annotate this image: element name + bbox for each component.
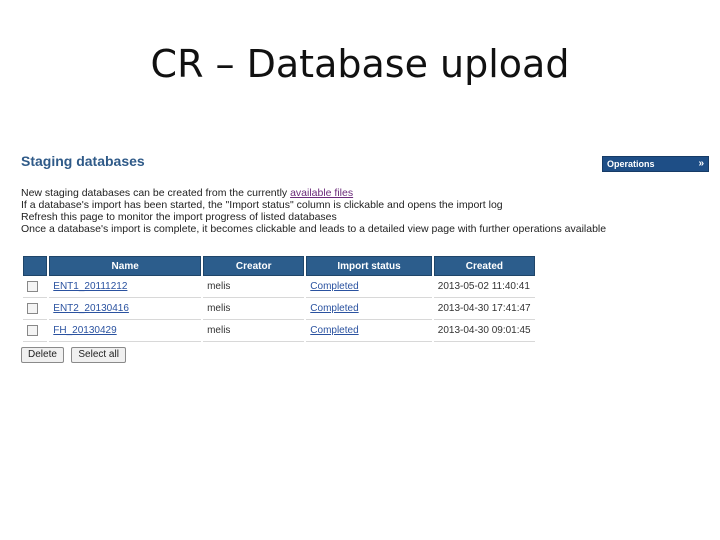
status-cell: Completed xyxy=(306,320,432,342)
chevron-right-icon[interactable]: » xyxy=(698,158,704,169)
import-status-link[interactable]: Completed xyxy=(310,325,358,336)
available-files-link[interactable]: available files xyxy=(290,187,353,199)
table-row: ENT1_20111212 melis Completed 2013-05-02… xyxy=(23,276,535,298)
created-cell: 2013-04-30 17:41:47 xyxy=(433,298,535,320)
status-cell: Completed xyxy=(306,276,432,298)
row-select-cell xyxy=(23,298,48,320)
operations-label: Operations xyxy=(607,159,655,169)
row-checkbox[interactable] xyxy=(27,302,38,314)
table-row: FH_20130429 melis Completed 2013-04-30 0… xyxy=(23,320,535,342)
created-cell: 2013-05-02 11:40:41 xyxy=(433,276,535,298)
import-status-link[interactable]: Completed xyxy=(310,281,358,292)
row-checkbox[interactable] xyxy=(27,324,38,336)
delete-button[interactable]: Delete xyxy=(21,346,64,363)
name-cell: FH_20130429 xyxy=(49,320,202,342)
column-header-created[interactable]: Created xyxy=(433,256,535,276)
select-column-header xyxy=(23,256,48,276)
creator-cell: melis xyxy=(203,298,305,320)
creator-cell: melis xyxy=(203,320,305,342)
column-header-name[interactable]: Name xyxy=(49,256,202,276)
name-cell: ENT2_20130416 xyxy=(49,298,202,320)
info-line: Refresh this page to monitor the import … xyxy=(21,211,337,223)
status-cell: Completed xyxy=(306,298,432,320)
database-name-link[interactable]: FH_20130429 xyxy=(53,325,116,336)
page-title: Staging databases xyxy=(21,153,145,169)
info-text: New staging databases can be created fro… xyxy=(21,187,661,235)
info-line: New staging databases can be created fro… xyxy=(21,187,354,199)
info-line: Once a database's import is complete, it… xyxy=(21,223,607,235)
column-header-import-status[interactable]: Import status xyxy=(306,256,432,276)
slide-title: CR – Database upload xyxy=(150,42,570,86)
import-status-link[interactable]: Completed xyxy=(310,303,358,314)
select-all-button[interactable]: Select all xyxy=(71,346,126,363)
table-header-row: Name Creator Import status Created xyxy=(23,256,535,276)
creator-cell: melis xyxy=(203,276,305,298)
table-actions: Delete Select all xyxy=(21,344,129,363)
info-line: If a database's import has been started,… xyxy=(21,199,503,211)
staging-databases-table: Name Creator Import status Created ENT1_… xyxy=(21,256,537,342)
database-name-link[interactable]: ENT1_20111212 xyxy=(53,281,127,292)
column-header-creator[interactable]: Creator xyxy=(203,256,305,276)
name-cell: ENT1_20111212 xyxy=(49,276,202,298)
created-cell: 2013-04-30 09:01:45 xyxy=(433,320,535,342)
row-select-cell xyxy=(23,320,48,342)
database-name-link[interactable]: ENT2_20130416 xyxy=(53,303,129,314)
row-checkbox[interactable] xyxy=(27,280,38,292)
table-row: ENT2_20130416 melis Completed 2013-04-30… xyxy=(23,298,535,320)
operations-menu[interactable]: Operations » xyxy=(602,156,709,172)
row-select-cell xyxy=(23,276,48,298)
app-screenshot: Staging databases Operations » New stagi… xyxy=(20,148,712,378)
